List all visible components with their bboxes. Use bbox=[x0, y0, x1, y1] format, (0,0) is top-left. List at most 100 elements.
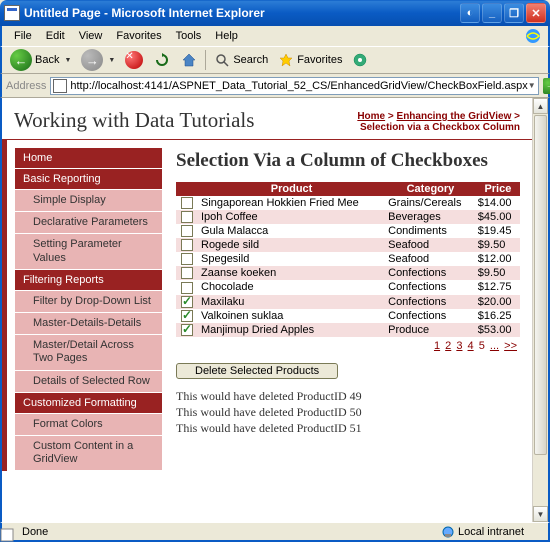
toolbar: ← Back ▼ → ▼ ✕ Search Favorites bbox=[0, 46, 550, 74]
pager-current: 5 bbox=[479, 340, 485, 352]
address-label: Address bbox=[6, 80, 46, 92]
back-label: Back bbox=[35, 54, 59, 66]
sidebar-item-simple-display[interactable]: Simple Display bbox=[15, 190, 162, 211]
output-line: This would have deleted ProductID 49 bbox=[176, 389, 520, 404]
table-row: Ipoh CoffeeBeverages$45.00 bbox=[176, 210, 520, 224]
sidebar-item-master-details-details[interactable]: Master-Details-Details bbox=[15, 313, 162, 334]
toolbar-separator bbox=[205, 50, 206, 70]
forward-button[interactable]: → ▼ bbox=[77, 47, 119, 73]
search-icon bbox=[214, 52, 230, 68]
menu-view[interactable]: View bbox=[73, 28, 109, 44]
go-button[interactable]: → Go bbox=[543, 78, 550, 94]
sidebar-item-details-selected-row[interactable]: Details of Selected Row bbox=[15, 371, 162, 392]
cell-price: $20.00 bbox=[476, 295, 520, 309]
menu-tools[interactable]: Tools bbox=[170, 28, 208, 44]
stop-button[interactable]: ✕ bbox=[121, 49, 147, 71]
star-icon bbox=[278, 52, 294, 68]
delete-selected-button[interactable]: Delete Selected Products bbox=[176, 363, 338, 379]
menu-file[interactable]: File bbox=[8, 28, 38, 44]
sidebar-item-custom-content-gridview[interactable]: Custom Content in a GridView bbox=[15, 436, 162, 470]
sidebar-section-customized-formatting[interactable]: Customized Formatting bbox=[15, 393, 162, 413]
breadcrumb-home[interactable]: Home bbox=[357, 111, 385, 122]
cell-product: Chocolade bbox=[198, 280, 385, 294]
row-checkbox[interactable] bbox=[181, 296, 193, 308]
col-price: Price bbox=[476, 182, 520, 196]
row-checkbox[interactable] bbox=[181, 310, 193, 322]
pager-ellipsis[interactable]: ... bbox=[490, 340, 499, 352]
pager: 1 2 3 4 5 ... >> bbox=[176, 337, 520, 355]
sidebar-section-filtering-reports[interactable]: Filtering Reports bbox=[15, 270, 162, 290]
sidebar-item-master-detail-two-pages[interactable]: Master/Detail Across Two Pages bbox=[15, 335, 162, 369]
table-row: Manjimup Dried ApplesProduce$53.00 bbox=[176, 323, 520, 337]
menu-favorites[interactable]: Favorites bbox=[110, 28, 167, 44]
table-row: Gula MalaccaCondiments$19.45 bbox=[176, 224, 520, 238]
scroll-thumb[interactable] bbox=[534, 115, 547, 455]
table-row: Zaanse koekenConfections$9.50 bbox=[176, 266, 520, 280]
search-label: Search bbox=[233, 54, 268, 66]
close-button[interactable]: ✕ bbox=[526, 3, 546, 23]
pager-page-2[interactable]: 2 bbox=[445, 340, 451, 352]
cell-product: Gula Malacca bbox=[198, 224, 385, 238]
sidebar-section-basic-reporting[interactable]: Basic Reporting bbox=[15, 169, 162, 189]
go-arrow-icon: → bbox=[543, 78, 550, 94]
scroll-down-button[interactable]: ▼ bbox=[533, 506, 548, 522]
cell-price: $16.25 bbox=[476, 309, 520, 323]
row-checkbox[interactable] bbox=[181, 211, 193, 223]
theme-button[interactable]: ◐ bbox=[460, 3, 480, 23]
favorites-button[interactable]: Favorites bbox=[274, 50, 346, 70]
sidebar-item-format-colors[interactable]: Format Colors bbox=[15, 414, 162, 435]
row-checkbox[interactable] bbox=[181, 282, 193, 294]
cell-category: Confections bbox=[385, 266, 476, 280]
row-checkbox[interactable] bbox=[181, 197, 193, 209]
back-button[interactable]: ← Back ▼ bbox=[6, 47, 75, 73]
site-title: Working with Data Tutorials bbox=[14, 108, 254, 133]
menu-edit[interactable]: Edit bbox=[40, 28, 71, 44]
pager-page-4[interactable]: 4 bbox=[468, 340, 474, 352]
refresh-button[interactable] bbox=[149, 49, 175, 71]
row-checkbox[interactable] bbox=[181, 239, 193, 251]
breadcrumb-section[interactable]: Enhancing the GridView bbox=[397, 111, 512, 122]
scroll-up-button[interactable]: ▲ bbox=[533, 98, 548, 114]
maximize-button[interactable]: ❐ bbox=[504, 3, 524, 23]
sidebar-item-declarative-parameters[interactable]: Declarative Parameters bbox=[15, 212, 162, 233]
pager-page-3[interactable]: 3 bbox=[456, 340, 462, 352]
sidebar-item-filter-ddl[interactable]: Filter by Drop-Down List bbox=[15, 291, 162, 312]
stop-icon: ✕ bbox=[125, 51, 143, 69]
cell-category: Seafood bbox=[385, 238, 476, 252]
page-icon bbox=[4, 5, 20, 21]
cell-category: Beverages bbox=[385, 210, 476, 224]
chevron-down-icon[interactable]: ▼ bbox=[528, 81, 536, 90]
output-line: This would have deleted ProductID 50 bbox=[176, 405, 520, 420]
sidebar-item-home[interactable]: Home bbox=[15, 148, 162, 168]
sidebar: Home Basic Reporting Simple Display Decl… bbox=[7, 140, 162, 471]
forward-arrow-icon: → bbox=[81, 49, 103, 71]
address-input[interactable]: http://localhost:4141/ASPNET_Data_Tutori… bbox=[50, 77, 538, 95]
page-icon bbox=[53, 79, 67, 93]
pager-next[interactable]: >> bbox=[504, 340, 517, 352]
sidebar-item-setting-parameter-values[interactable]: Setting Parameter Values bbox=[15, 234, 162, 268]
cell-product: Ipoh Coffee bbox=[198, 210, 385, 224]
cell-product: Maxilaku bbox=[198, 295, 385, 309]
media-button[interactable] bbox=[348, 50, 372, 70]
table-row: Valkoinen suklaaConfections$16.25 bbox=[176, 309, 520, 323]
vertical-scrollbar[interactable]: ▲ ▼ bbox=[532, 98, 548, 522]
home-button[interactable] bbox=[177, 50, 201, 70]
cell-price: $9.50 bbox=[476, 266, 520, 280]
col-product: Product bbox=[198, 182, 385, 196]
cell-category: Seafood bbox=[385, 252, 476, 266]
search-button[interactable]: Search bbox=[210, 50, 272, 70]
row-checkbox[interactable] bbox=[181, 253, 193, 265]
minimize-button[interactable]: _ bbox=[482, 3, 502, 23]
status-zone: Local intranet bbox=[435, 525, 544, 539]
menu-help[interactable]: Help bbox=[209, 28, 244, 44]
media-icon bbox=[352, 52, 368, 68]
cell-product: Rogede sild bbox=[198, 238, 385, 252]
pager-page-1[interactable]: 1 bbox=[434, 340, 440, 352]
output-line: This would have deleted ProductID 51 bbox=[176, 421, 520, 436]
status-bar: Done Local intranet bbox=[0, 522, 550, 542]
row-checkbox[interactable] bbox=[181, 267, 193, 279]
row-checkbox[interactable] bbox=[181, 225, 193, 237]
col-category: Category bbox=[385, 182, 476, 196]
cell-category: Produce bbox=[385, 323, 476, 337]
row-checkbox[interactable] bbox=[181, 324, 193, 336]
